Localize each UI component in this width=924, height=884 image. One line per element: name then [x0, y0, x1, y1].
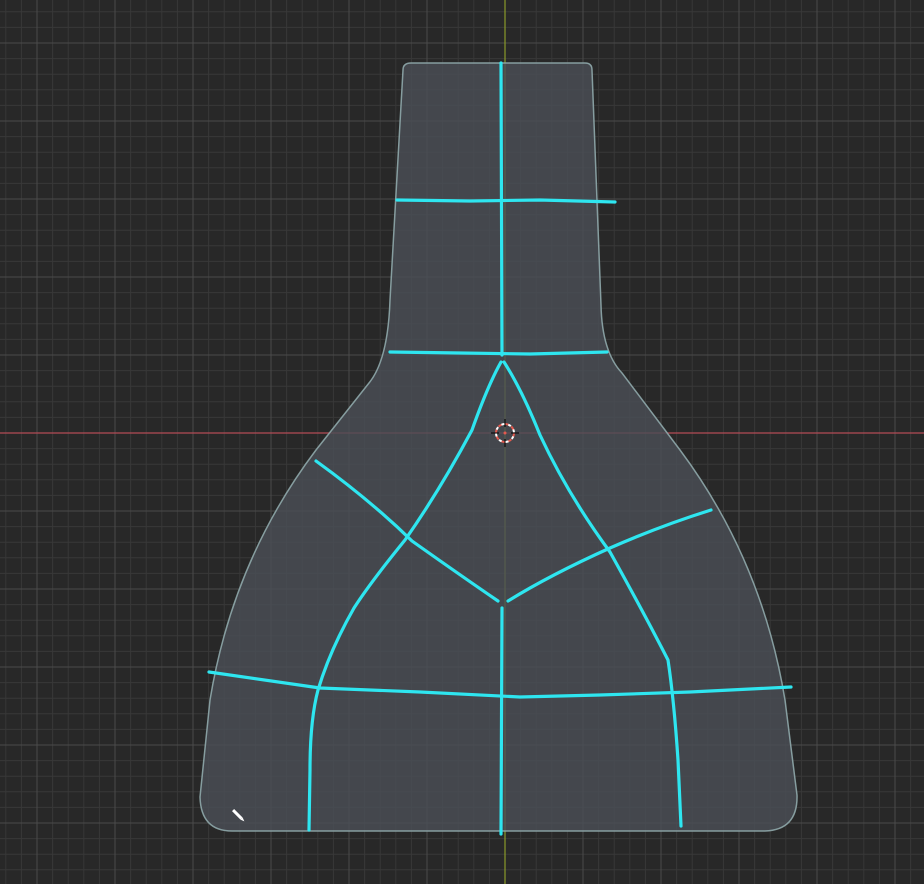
stroke-neck-upper: [395, 198, 617, 204]
stroke-center-bottom: [499, 606, 504, 836]
viewport-canvas[interactable]: [0, 0, 924, 884]
stroke-center-top: [499, 61, 504, 357]
3d-viewport[interactable]: [0, 0, 924, 884]
stroke-neck-lower: [388, 350, 609, 356]
